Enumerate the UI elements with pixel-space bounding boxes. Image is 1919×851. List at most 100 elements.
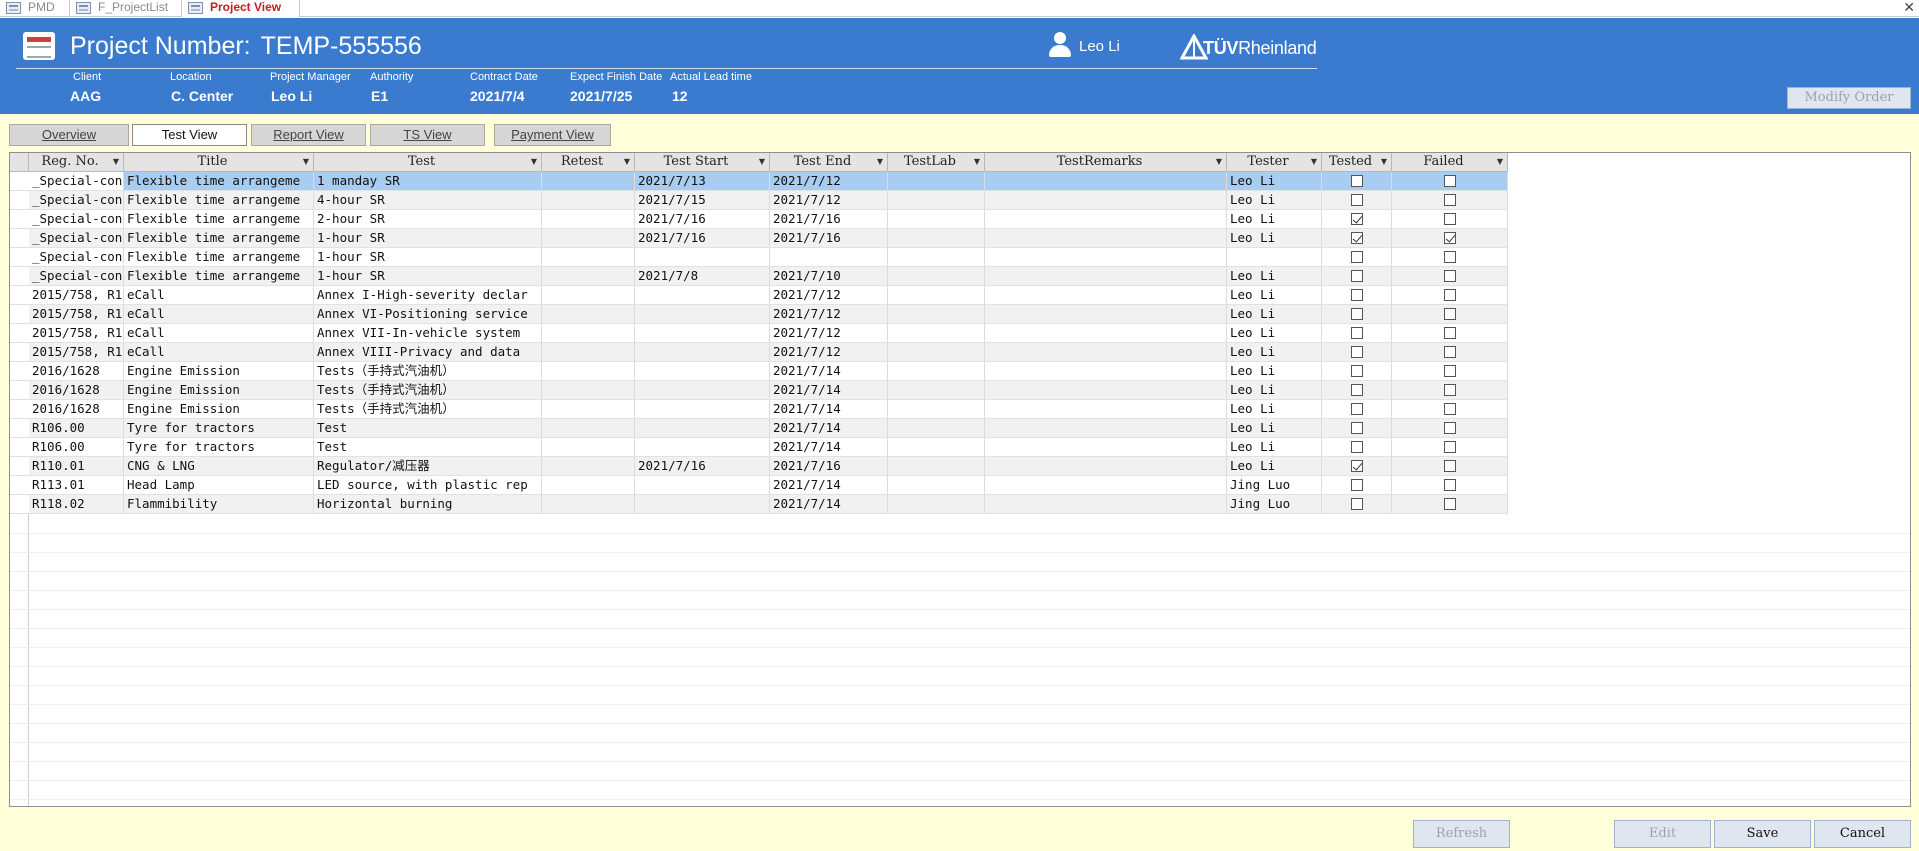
cell-title[interactable]: Flexible time arrangeme [124,191,314,210]
cell-test-start[interactable] [635,381,770,400]
failed-checkbox[interactable] [1443,441,1456,453]
sort-dropdown-icon[interactable]: ▼ [974,153,980,171]
column-header-tester[interactable]: Tester ▼ [1227,153,1322,172]
cell-test[interactable]: 1 manday SR [314,172,542,191]
sort-dropdown-icon[interactable]: ▼ [624,153,630,171]
cell-reg-no[interactable]: 2015/758, R1 [29,324,124,343]
tested-checkbox[interactable] [1350,346,1363,358]
cell-retest[interactable] [542,229,635,248]
column-header-failed[interactable]: Failed ▼ [1392,153,1508,172]
tested-checkbox[interactable] [1350,403,1363,415]
failed-checkbox[interactable] [1443,289,1456,301]
cell-title[interactable]: Flexible time arrangeme [124,229,314,248]
cell-testlab[interactable] [888,438,985,457]
cell-tester[interactable] [1227,248,1322,267]
cancel-button[interactable]: Cancel [1814,820,1911,848]
cell-reg-no[interactable]: R113.01 [29,476,124,495]
cell-retest[interactable] [542,438,635,457]
close-icon[interactable]: ✕ [1903,0,1915,16]
cell-reg-no[interactable]: _Special-con [29,229,124,248]
sort-dropdown-icon[interactable]: ▼ [1216,153,1222,171]
failed-checkbox[interactable] [1443,194,1456,206]
cell-test-end[interactable]: 2021/7/14 [770,438,888,457]
cell-test-start[interactable] [635,419,770,438]
cell-testremarks[interactable] [985,343,1227,362]
select-all-corner[interactable] [10,153,29,172]
cell-testlab[interactable] [888,286,985,305]
cell-testremarks[interactable] [985,419,1227,438]
cell-test-start[interactable] [635,495,770,514]
cell-retest[interactable] [542,476,635,495]
failed-checkbox[interactable] [1443,251,1456,263]
column-header-test-start[interactable]: Test Start ▼ [635,153,770,172]
cell-test[interactable]: Regulator/减压器 [314,457,542,476]
column-header-tested[interactable]: Tested ▼ [1322,153,1392,172]
row-selector[interactable] [10,495,29,514]
cell-reg-no[interactable]: _Special-con [29,267,124,286]
cell-title[interactable]: Engine Emission [124,381,314,400]
cell-testremarks[interactable] [985,362,1227,381]
table-row[interactable]: _Special-con Flexible time arrangeme 1-hou… [10,229,1910,248]
cell-test-end[interactable] [770,248,888,267]
cell-test-start[interactable]: 2021/7/16 [635,229,770,248]
table-row[interactable]: 2015/758, R1 eCall Annex I-High-severity d… [10,286,1910,305]
cell-title[interactable]: Engine Emission [124,400,314,419]
column-header-reg-no[interactable]: Reg. No. ▼ [29,153,124,172]
tab-pmd[interactable]: PMD [0,0,70,17]
tab-test-view[interactable]: Test View [132,124,247,146]
table-row[interactable]: 2015/758, R1 eCall Annex VIII-Privacy and … [10,343,1910,362]
cell-testlab[interactable] [888,267,985,286]
cell-testlab[interactable] [888,476,985,495]
tested-checkbox[interactable] [1350,498,1363,510]
refresh-button[interactable]: Refresh [1413,820,1510,848]
failed-checkbox[interactable] [1443,422,1456,434]
cell-retest[interactable] [542,248,635,267]
cell-test[interactable]: Annex VI-Positioning service [314,305,542,324]
cell-tester[interactable]: Jing Luo [1227,495,1322,514]
tab-overview[interactable]: Overview [9,124,129,146]
cell-testlab[interactable] [888,400,985,419]
failed-checkbox[interactable] [1443,498,1456,510]
cell-test-end[interactable]: 2021/7/14 [770,381,888,400]
cell-testlab[interactable] [888,419,985,438]
cell-title[interactable]: Flexible time arrangeme [124,267,314,286]
cell-test[interactable]: 4-hour SR [314,191,542,210]
cell-testremarks[interactable] [985,248,1227,267]
cell-testremarks[interactable] [985,191,1227,210]
cell-test-start[interactable] [635,305,770,324]
cell-reg-no[interactable]: 2015/758, R1 [29,305,124,324]
cell-test[interactable]: 1-hour SR [314,267,542,286]
table-row[interactable]: 2015/758, R1 eCall Annex VI-Positioning se… [10,305,1910,324]
cell-test[interactable]: Tests（手持式汽油机） [314,362,542,381]
cell-retest[interactable] [542,362,635,381]
cell-testremarks[interactable] [985,210,1227,229]
cell-test[interactable]: 1-hour SR [314,229,542,248]
failed-checkbox[interactable] [1443,384,1456,396]
cell-title[interactable]: Tyre for tractors [124,438,314,457]
row-selector[interactable] [10,324,29,343]
cell-testremarks[interactable] [985,476,1227,495]
cell-retest[interactable] [542,419,635,438]
cell-test-end[interactable]: 2021/7/16 [770,457,888,476]
sort-dropdown-icon[interactable]: ▼ [759,153,765,171]
cell-testremarks[interactable] [985,267,1227,286]
column-header-testlab[interactable]: TestLab ▼ [888,153,985,172]
cell-title[interactable]: Head Lamp [124,476,314,495]
cell-reg-no[interactable]: _Special-con [29,210,124,229]
table-row[interactable]: _Special-con Flexible time arrangeme 2-hou… [10,210,1910,229]
failed-checkbox[interactable] [1443,346,1456,358]
cell-test-end[interactable]: 2021/7/12 [770,324,888,343]
cell-tester[interactable]: Leo Li [1227,305,1322,324]
cell-testlab[interactable] [888,343,985,362]
cell-tester[interactable]: Leo Li [1227,229,1322,248]
row-selector[interactable] [10,457,29,476]
cell-reg-no[interactable]: R106.00 [29,419,124,438]
cell-test-end[interactable]: 2021/7/14 [770,400,888,419]
cell-test-end[interactable]: 2021/7/12 [770,172,888,191]
cell-test-start[interactable]: 2021/7/16 [635,457,770,476]
cell-testremarks[interactable] [985,438,1227,457]
cell-retest[interactable] [542,495,635,514]
sort-dropdown-icon[interactable]: ▼ [1497,153,1503,171]
tested-checkbox[interactable] [1350,213,1363,225]
tested-checkbox[interactable] [1350,384,1363,396]
